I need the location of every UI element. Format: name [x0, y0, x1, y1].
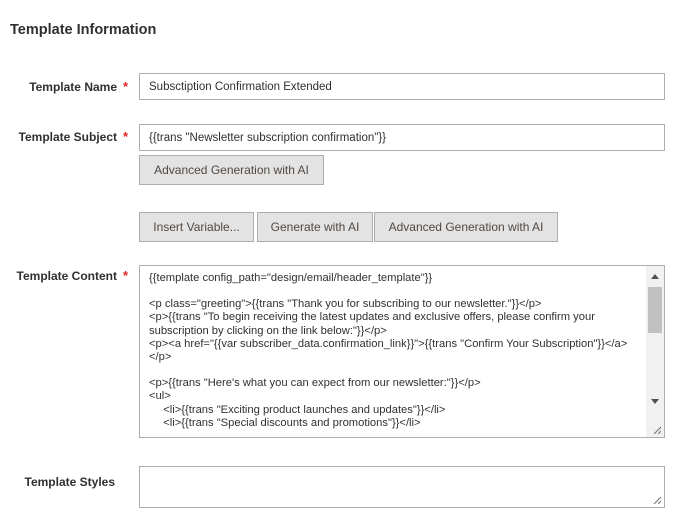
content-line: {{template config_path="design/email/hea…	[149, 272, 433, 284]
subject-advanced-ai-button[interactable]: Advanced Generation with AI	[139, 155, 324, 185]
content-blank-line	[149, 285, 637, 298]
content-line: <p class="greeting">{{trans "Thank you f…	[149, 298, 542, 311]
required-asterisk: *	[123, 268, 129, 283]
required-asterisk: *	[123, 129, 129, 144]
content-line: <li>{{trans "Special discounts and promo…	[157, 416, 421, 429]
template-subject-label: Template Subject	[18, 130, 117, 144]
template-name-label: Template Name	[29, 80, 117, 94]
advanced-generation-ai-button[interactable]: Advanced Generation with AI	[374, 212, 558, 242]
content-line: <p>{{trans "To begin receiving the lates…	[149, 311, 599, 337]
section-title: Template Information	[10, 22, 157, 38]
generate-with-ai-button[interactable]: Generate with AI	[257, 212, 373, 242]
scroll-thumb[interactable]	[648, 287, 662, 333]
scroll-down-arrow-icon[interactable]	[651, 399, 659, 404]
content-line: <p><a href="{{var subscriber_data.confir…	[149, 337, 628, 364]
template-content-text: {{template config_path="design/email/hea…	[149, 272, 637, 430]
content-blank-line	[149, 364, 637, 377]
content-line: <ul>	[149, 390, 171, 403]
resize-grip-icon[interactable]	[653, 426, 661, 434]
insert-variable-button[interactable]: Insert Variable...	[139, 212, 254, 242]
content-line: <li>{{trans "Exciting product launches a…	[157, 403, 446, 416]
template-content-label: Template Content	[16, 269, 117, 283]
template-content-textarea[interactable]: {{template config_path="design/email/hea…	[139, 265, 665, 438]
content-line: <p>{{trans "Here's what you can expect f…	[149, 377, 481, 390]
template-subject-input[interactable]: {{trans "Newsletter subscription confirm…	[139, 124, 665, 151]
template-styles-textarea[interactable]	[139, 466, 665, 508]
resize-grip-icon[interactable]	[653, 496, 661, 504]
template-styles-label: Template Styles	[24, 475, 115, 489]
vertical-scrollbar[interactable]	[646, 266, 664, 437]
template-name-input[interactable]: Subsctiption Confirmation Extended	[139, 73, 665, 100]
required-asterisk: *	[123, 79, 129, 94]
scroll-up-arrow-icon[interactable]	[651, 274, 659, 279]
